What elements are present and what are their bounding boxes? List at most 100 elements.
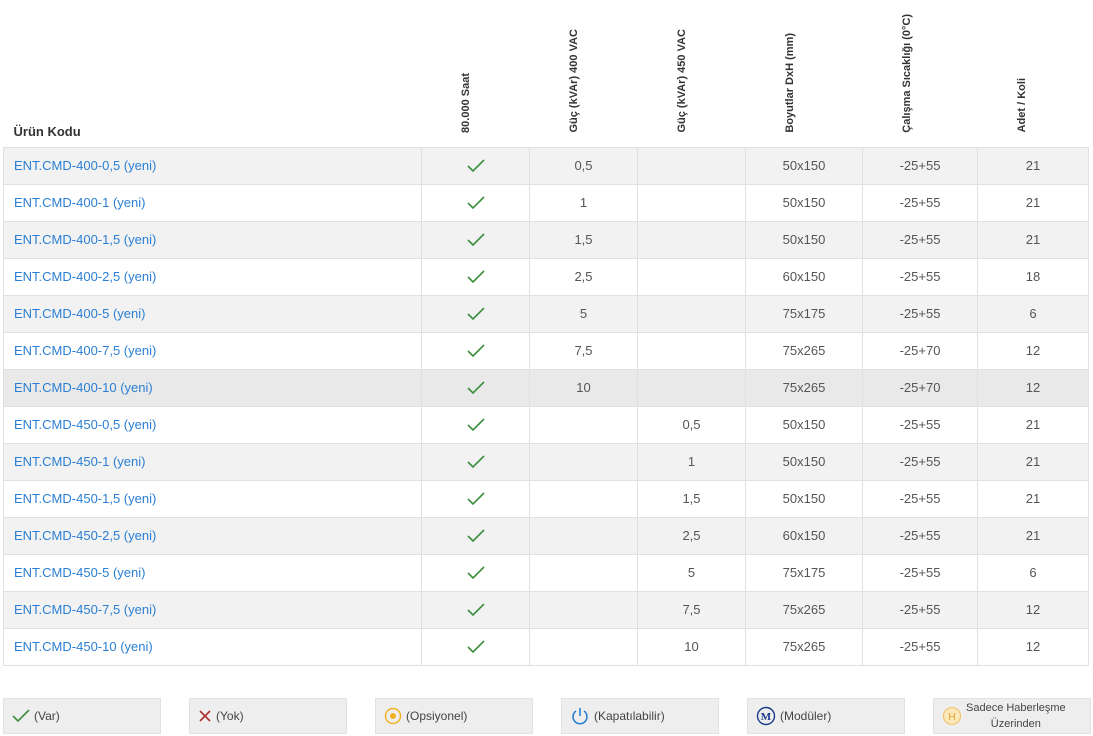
cell-power-400 — [529, 479, 638, 518]
cell-80000-hours — [421, 331, 530, 370]
cell-power-450 — [637, 294, 746, 333]
legend-switchable: (Kapatılabilir) — [561, 698, 719, 734]
cell-power-450 — [637, 220, 746, 259]
cell-power-450: 7,5 — [637, 590, 746, 629]
cell-power-450 — [637, 183, 746, 222]
product-link[interactable]: ENT.CMD-400-10 (yeni) — [14, 380, 153, 395]
cell-power-400 — [529, 553, 638, 592]
check-icon — [466, 417, 485, 432]
table-row: ENT.CMD-400-1,5 (yeni) 1,5 50x150 -25+55 21 — [3, 220, 1089, 259]
table-row: ENT.CMD-450-7,5 (yeni) 7,5 75x265 -25+55 12 — [3, 590, 1089, 629]
check-icon — [466, 232, 485, 247]
header-80000-hours-label: 80.000 Saat — [459, 72, 472, 133]
header-80000-hours: 80.000 Saat — [422, 0, 530, 147]
check-icon — [466, 491, 485, 506]
legend-comm-only-label: Sadece Haberleşme Üzerinden — [966, 700, 1066, 732]
cell-80000-hours — [421, 257, 530, 296]
cell-operating-temp: -25+55 — [862, 442, 978, 481]
cell-80000-hours — [421, 516, 530, 555]
cell-power-450: 0,5 — [637, 405, 746, 444]
cell-product-code: ENT.CMD-450-5 (yeni) — [3, 553, 422, 592]
product-link[interactable]: ENT.CMD-400-5 (yeni) — [14, 306, 145, 321]
check-icon — [466, 454, 485, 469]
cell-80000-hours — [421, 405, 530, 444]
cell-power-400 — [529, 405, 638, 444]
cell-dimensions: 75x265 — [745, 331, 863, 370]
cell-80000-hours — [421, 368, 530, 407]
cell-qty-per-box: 21 — [977, 479, 1089, 518]
cell-product-code: ENT.CMD-450-0,5 (yeni) — [3, 405, 422, 444]
cell-80000-hours — [421, 553, 530, 592]
cell-power-400 — [529, 442, 638, 481]
product-link[interactable]: ENT.CMD-400-0,5 (yeni) — [14, 158, 156, 173]
legend-bar: (Var) (Yok) (Opsiyonel) (Kapatılabilir) … — [3, 698, 1093, 734]
cell-power-450: 1 — [637, 442, 746, 481]
product-link[interactable]: ENT.CMD-400-7,5 (yeni) — [14, 343, 156, 358]
check-icon — [466, 158, 485, 173]
cell-power-400 — [529, 590, 638, 629]
product-link[interactable]: ENT.CMD-450-0,5 (yeni) — [14, 417, 156, 432]
table-row: ENT.CMD-400-7,5 (yeni) 7,5 75x265 -25+70 12 — [3, 331, 1089, 370]
check-icon — [466, 528, 485, 543]
cell-operating-temp: -25+55 — [862, 405, 978, 444]
product-table-container: Ürün Kodu 80.000 Saat Güç (kVAr) 400 VAC… — [3, 0, 1089, 666]
cell-product-code: ENT.CMD-450-1,5 (yeni) — [3, 479, 422, 518]
cell-qty-per-box: 12 — [977, 627, 1089, 666]
cell-operating-temp: -25+70 — [862, 368, 978, 407]
optional-dot-icon — [384, 707, 402, 725]
product-link[interactable]: ENT.CMD-450-7,5 (yeni) — [14, 602, 156, 617]
product-link[interactable]: ENT.CMD-450-1 (yeni) — [14, 454, 145, 469]
cell-power-400: 7,5 — [529, 331, 638, 370]
svg-text:H: H — [948, 712, 955, 723]
cell-power-450 — [637, 146, 746, 185]
cell-power-450 — [637, 368, 746, 407]
product-link[interactable]: ENT.CMD-450-1,5 (yeni) — [14, 491, 156, 506]
table-row: ENT.CMD-450-1,5 (yeni) 1,5 50x150 -25+55 21 — [3, 479, 1089, 518]
product-link[interactable]: ENT.CMD-450-2,5 (yeni) — [14, 528, 156, 543]
cell-operating-temp: -25+55 — [862, 590, 978, 629]
cell-qty-per-box: 12 — [977, 590, 1089, 629]
cell-power-450: 10 — [637, 627, 746, 666]
product-link[interactable]: ENT.CMD-450-5 (yeni) — [14, 565, 145, 580]
cell-qty-per-box: 21 — [977, 183, 1089, 222]
cell-80000-hours — [421, 146, 530, 185]
cell-80000-hours — [421, 627, 530, 666]
legend-available-label: (Var) — [34, 709, 60, 723]
cell-power-450 — [637, 331, 746, 370]
legend-modular-label: (Modüler) — [780, 709, 832, 723]
legend-not-available: (Yok) — [189, 698, 347, 734]
product-link[interactable]: ENT.CMD-400-2,5 (yeni) — [14, 269, 156, 284]
h-circle-icon: H — [942, 706, 962, 726]
table-row: ENT.CMD-450-2,5 (yeni) 2,5 60x150 -25+55 21 — [3, 516, 1089, 555]
cell-80000-hours — [421, 479, 530, 518]
product-link[interactable]: ENT.CMD-400-1 (yeni) — [14, 195, 145, 210]
header-power-400-label: Güç (kVAr) 400 VAC — [567, 28, 580, 133]
cell-power-400 — [529, 516, 638, 555]
cell-dimensions: 50x150 — [745, 405, 863, 444]
cell-dimensions: 75x175 — [745, 553, 863, 592]
product-link[interactable]: ENT.CMD-400-1,5 (yeni) — [14, 232, 156, 247]
cell-dimensions: 50x150 — [745, 183, 863, 222]
cell-dimensions: 50x150 — [745, 442, 863, 481]
cell-dimensions: 75x265 — [745, 590, 863, 629]
legend-available: (Var) — [3, 698, 161, 734]
header-power-450-label: Güç (kVAr) 450 VAC — [675, 28, 688, 133]
cell-operating-temp: -25+55 — [862, 553, 978, 592]
cell-product-code: ENT.CMD-400-1,5 (yeni) — [3, 220, 422, 259]
header-qty-per-box: Adet / Koli — [978, 0, 1089, 147]
product-link[interactable]: ENT.CMD-450-10 (yeni) — [14, 639, 153, 654]
cell-product-code: ENT.CMD-400-0,5 (yeni) — [3, 146, 422, 185]
cell-operating-temp: -25+55 — [862, 220, 978, 259]
cell-qty-per-box: 21 — [977, 405, 1089, 444]
cell-dimensions: 75x265 — [745, 368, 863, 407]
table-row: ENT.CMD-400-10 (yeni) 10 75x265 -25+70 12 — [3, 368, 1089, 407]
cell-80000-hours — [421, 442, 530, 481]
table-row: ENT.CMD-400-2,5 (yeni) 2,5 60x150 -25+55 18 — [3, 257, 1089, 296]
cell-product-code: ENT.CMD-400-10 (yeni) — [3, 368, 422, 407]
cell-80000-hours — [421, 294, 530, 333]
legend-comm-only-line1: Sadece Haberleşme — [966, 702, 1066, 714]
cell-power-400: 1,5 — [529, 220, 638, 259]
cell-dimensions: 50x150 — [745, 146, 863, 185]
modular-m-icon: M — [756, 706, 776, 726]
header-product-code: Ürün Kodu — [13, 123, 81, 139]
